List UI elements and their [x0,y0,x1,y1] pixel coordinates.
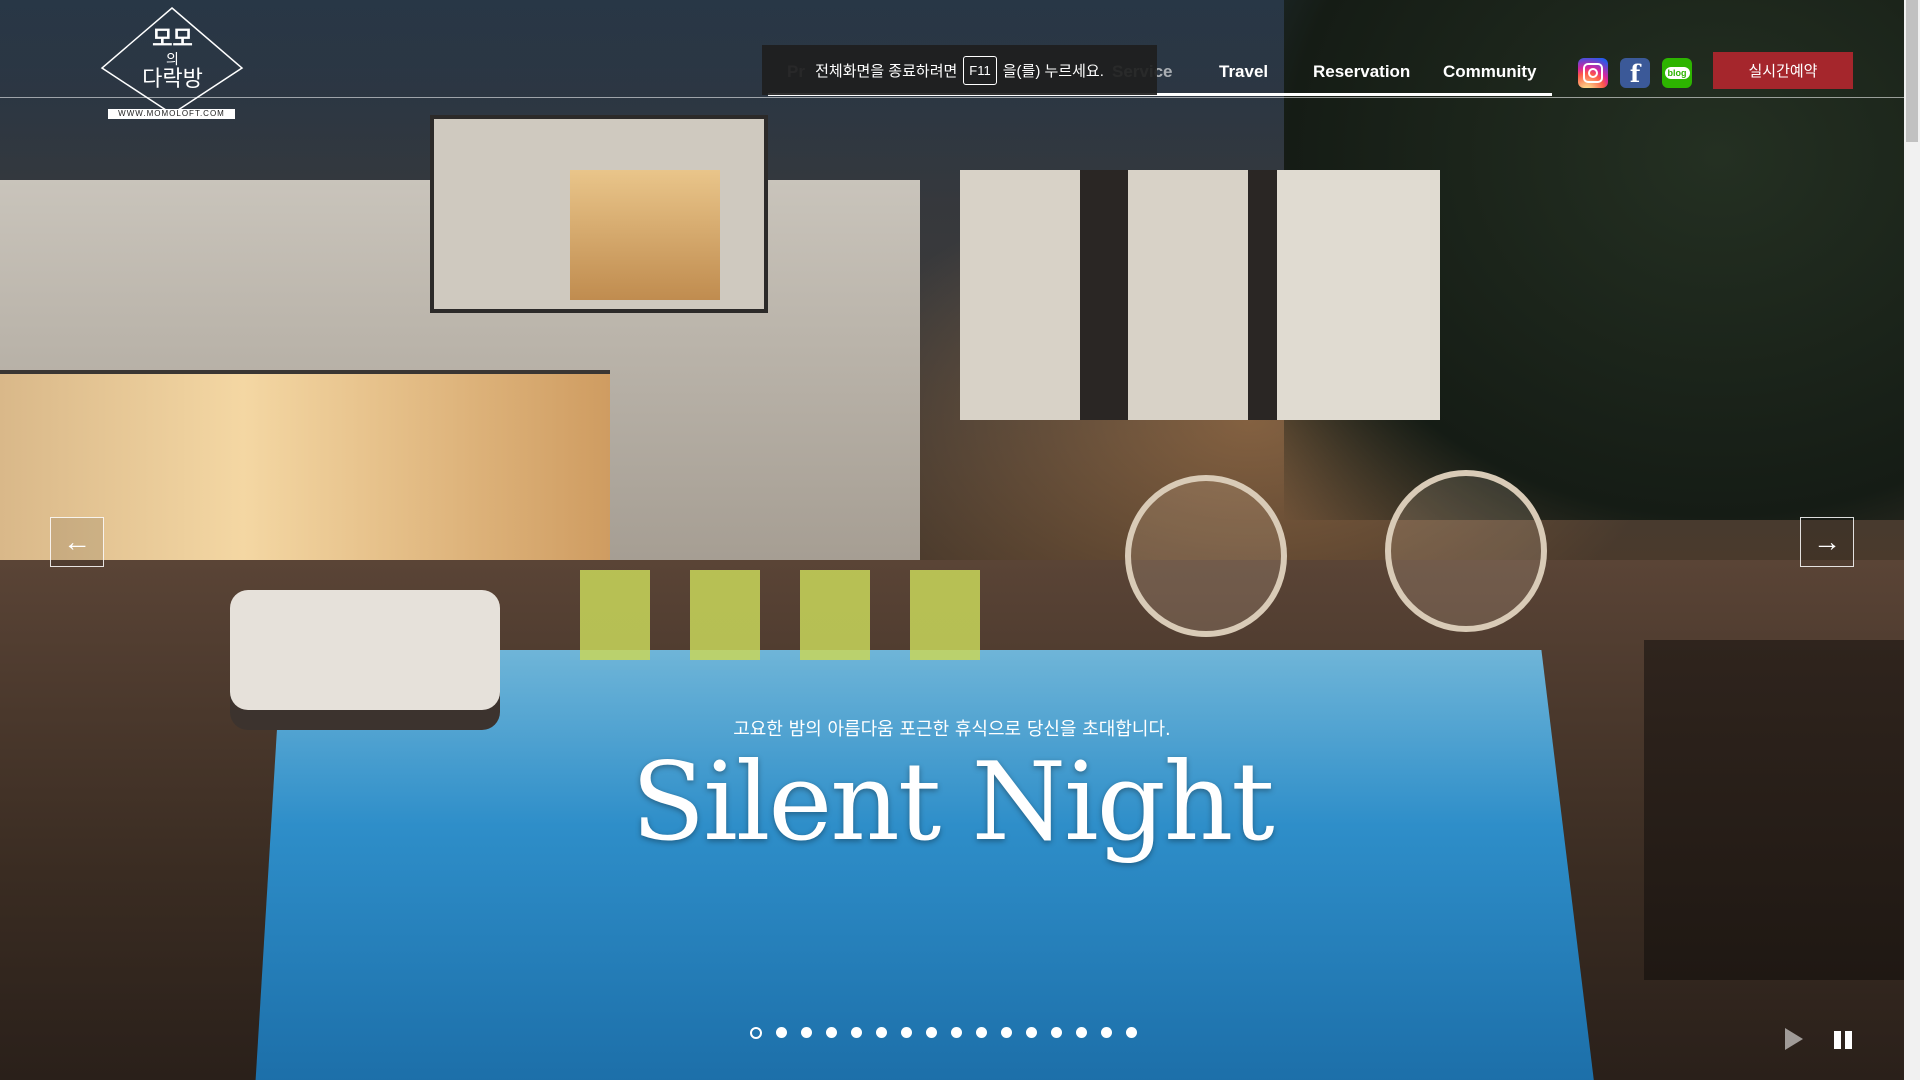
logo-text: 모모 의 다락방 [100,28,245,92]
logo-line-3: 다락방 [142,67,203,92]
nav-item-community[interactable]: Community [1443,62,1537,82]
notice-text-before: 전체화면을 종료하려면 [815,62,958,80]
arrow-right-icon: → [1813,526,1841,557]
hero-slide-image [0,0,1904,1080]
pagination-dot[interactable] [776,1027,787,1038]
pagination-dot[interactable] [801,1027,812,1038]
arrow-left-icon: ← [63,526,91,557]
blog-glyph: blog [1664,67,1690,79]
pagination-dot[interactable] [976,1027,987,1038]
upper-window [570,170,720,300]
pagination-dot[interactable] [1101,1027,1112,1038]
instagram-icon[interactable] [1578,58,1608,88]
prev-slide-button[interactable]: ← [50,517,104,567]
cube-buildings [960,170,1440,420]
pause-icon[interactable] [1834,1031,1852,1049]
notice-text-after: 을(를) 누르세요. [1002,62,1104,80]
blog-icon[interactable]: blog [1662,58,1692,88]
hanging-chair [1125,475,1287,637]
slide-pagination [750,1027,1137,1039]
pagination-dot[interactable] [826,1027,837,1038]
play-icon[interactable] [1785,1028,1803,1050]
nav-item-reservation[interactable]: Reservation [1313,62,1410,82]
instagram-glyph [1583,63,1603,83]
slide-subtitle: 고요한 밤의 아름다움 포근한 휴식으로 당신을 초대합니다. [733,719,1171,740]
pagination-dot[interactable] [951,1027,962,1038]
pagination-dot[interactable] [750,1027,762,1039]
logo-line-1: 모모 [152,27,193,52]
key-badge: F11 [963,55,997,85]
pagination-dot[interactable] [901,1027,912,1038]
facebook-icon[interactable]: f [1620,58,1650,88]
pagination-dot[interactable] [851,1027,862,1038]
pagination-dot[interactable] [1026,1027,1037,1038]
pagination-dot[interactable] [1126,1027,1137,1038]
scrollbar-thumb[interactable] [1906,0,1918,142]
header-divider [0,97,1904,98]
logo-url: WWW.MOMOLOFT.COM [108,109,235,119]
pagination-dot[interactable] [876,1027,887,1038]
pagination-dot[interactable] [1001,1027,1012,1038]
nav-item-travel[interactable]: Travel [1219,62,1268,82]
pagination-dot[interactable] [926,1027,937,1038]
lounge-chairs [580,570,1020,660]
facebook-glyph: f [1629,58,1641,88]
next-slide-button[interactable]: → [1800,517,1854,567]
slide-title: Silent Night [631,740,1274,865]
logo-line-2: 의 [166,52,179,68]
scrollbar-track[interactable] [1904,0,1920,1080]
fullscreen-notice: 전체화면을 종료하려면 F11 을(를) 누르세요. [762,45,1157,95]
realtime-reservation-button[interactable]: 실시간예약 [1713,52,1853,89]
outdoor-couch [230,590,500,710]
pagination-dot[interactable] [1076,1027,1087,1038]
hanging-chair [1385,470,1547,632]
site-logo[interactable]: 모모 의 다락방 WWW.MOMOLOFT.COM [100,6,245,119]
pagination-dot[interactable] [1051,1027,1062,1038]
